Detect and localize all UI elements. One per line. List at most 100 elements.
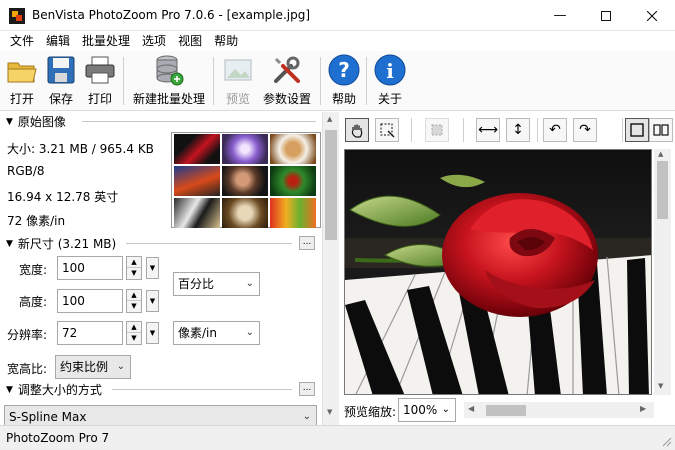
scroll-down-icon[interactable]: ▼ bbox=[658, 382, 663, 390]
menu-options[interactable]: 选项 bbox=[136, 31, 172, 51]
new-size-more-button[interactable]: ... bbox=[299, 236, 315, 250]
scroll-up-icon[interactable]: ▲ bbox=[327, 115, 332, 123]
thumbnail-tile bbox=[174, 198, 220, 228]
spin-up-icon[interactable]: ▲ bbox=[127, 257, 141, 268]
rotate-left-button[interactable]: ↶ bbox=[543, 118, 567, 142]
print-button[interactable]: 打印 bbox=[83, 53, 117, 109]
original-image-section-header[interactable]: ▼ 原始图像 bbox=[6, 113, 66, 130]
menu-help[interactable]: 帮助 bbox=[208, 31, 244, 51]
close-button[interactable] bbox=[629, 0, 675, 31]
width-preset-button[interactable]: ▼ bbox=[146, 257, 159, 279]
open-button[interactable]: 打开 bbox=[4, 53, 40, 109]
thumbnail-tile bbox=[270, 134, 316, 164]
resolution-spinner[interactable]: ▲ ▼ bbox=[126, 321, 142, 345]
resize-grip-icon[interactable] bbox=[662, 437, 672, 447]
close-icon bbox=[647, 10, 657, 21]
scrollbar-thumb[interactable] bbox=[657, 161, 668, 219]
spin-up-icon[interactable]: ▲ bbox=[127, 290, 141, 301]
settings-button[interactable]: 参数设置 bbox=[260, 53, 314, 109]
resolution-input[interactable]: 72 bbox=[57, 321, 123, 345]
fit-width-button[interactable]: ⟷ bbox=[476, 118, 500, 142]
scroll-down-icon[interactable]: ▼ bbox=[327, 408, 332, 416]
chevron-down-icon: ⌄ bbox=[302, 411, 311, 422]
rotate-right-icon: ↷ bbox=[579, 122, 591, 138]
hand-tool-button[interactable] bbox=[345, 118, 369, 142]
status-text: PhotoZoom Pro 7 bbox=[6, 431, 110, 445]
crop-disabled-button[interactable] bbox=[425, 118, 449, 142]
scroll-left-icon[interactable]: ◀ bbox=[468, 404, 474, 413]
size-unit-value: 百分比 bbox=[178, 277, 215, 291]
help-button[interactable]: ? 帮助 bbox=[327, 53, 361, 109]
menu-batch[interactable]: 批量处理 bbox=[76, 31, 136, 51]
menu-file[interactable]: 文件 bbox=[4, 31, 40, 51]
resize-method-more-button[interactable]: ... bbox=[299, 382, 315, 396]
size-unit-select[interactable]: 百分比 ⌄ bbox=[173, 272, 260, 296]
original-mode-text: RGB/8 bbox=[7, 164, 45, 178]
preview-zoom-value: 100% bbox=[403, 403, 438, 417]
section-divider bbox=[82, 121, 316, 122]
scroll-up-icon[interactable]: ▲ bbox=[658, 150, 663, 158]
resize-method-value: S-Spline Max bbox=[9, 410, 87, 424]
resolution-unit-select[interactable]: 像素/in ⌄ bbox=[173, 321, 260, 345]
new-batch-button[interactable]: 新建批量处理 bbox=[130, 53, 208, 109]
scroll-right-icon[interactable]: ▶ bbox=[640, 404, 646, 413]
new-batch-label: 新建批量处理 bbox=[132, 92, 205, 106]
collapse-triangle-icon: ▼ bbox=[6, 238, 13, 249]
thumbnail-tile bbox=[174, 134, 220, 164]
single-view-button[interactable] bbox=[625, 118, 649, 142]
spin-down-icon[interactable]: ▼ bbox=[127, 333, 141, 344]
height-preset-button[interactable]: ▼ bbox=[146, 290, 159, 312]
minimize-button[interactable]: — bbox=[537, 0, 583, 31]
settings-panel-scrollbar[interactable]: ▲ ▼ bbox=[322, 112, 339, 425]
preview-zoom-select[interactable]: 100% ⌄ bbox=[398, 398, 456, 422]
chevron-down-icon: ⌄ bbox=[116, 361, 125, 372]
scrollbar-thumb[interactable] bbox=[325, 130, 337, 240]
question-mark-icon: ? bbox=[327, 53, 361, 87]
height-spinner[interactable]: ▲ ▼ bbox=[126, 289, 142, 313]
scrollbar-thumb[interactable] bbox=[486, 405, 526, 416]
split-view-button[interactable] bbox=[649, 118, 673, 142]
preview-vertical-scrollbar[interactable]: ▲ ▼ bbox=[654, 149, 671, 395]
height-input[interactable]: 100 bbox=[57, 289, 123, 313]
width-spinner[interactable]: ▲ ▼ bbox=[126, 256, 142, 280]
resolution-preset-button[interactable]: ▼ bbox=[146, 322, 159, 344]
rotate-right-button[interactable]: ↷ bbox=[573, 118, 597, 142]
about-button[interactable]: i 关于 bbox=[373, 53, 407, 109]
section-divider bbox=[126, 243, 292, 244]
resize-method-section-header[interactable]: ▼ 调整大小的方式 bbox=[6, 381, 102, 398]
rotate-left-icon: ↶ bbox=[549, 122, 561, 138]
new-size-section-header[interactable]: ▼ 新尺寸 (3.21 MB) bbox=[6, 235, 116, 252]
resize-method-select[interactable]: S-Spline Max ⌄ bbox=[4, 405, 317, 425]
collapse-triangle-icon: ▼ bbox=[6, 384, 13, 395]
spin-down-icon[interactable]: ▼ bbox=[127, 301, 141, 312]
menu-edit[interactable]: 编辑 bbox=[40, 31, 76, 51]
svg-text:?: ? bbox=[338, 58, 350, 82]
menu-view[interactable]: 视图 bbox=[172, 31, 208, 51]
status-bar: PhotoZoom Pro 7 bbox=[0, 425, 675, 450]
width-input[interactable]: 100 bbox=[57, 256, 123, 280]
aspect-ratio-label: 宽高比: bbox=[7, 362, 48, 376]
folder-icon bbox=[5, 53, 39, 87]
info-icon: i bbox=[373, 53, 407, 87]
settings-label: 参数设置 bbox=[262, 92, 311, 106]
original-dimensions-text: 16.94 x 12.78 英寸 bbox=[7, 190, 119, 204]
horizontal-arrows-icon: ⟷ bbox=[477, 122, 499, 138]
preview-horizontal-scrollbar[interactable]: ◀ ▶ bbox=[464, 402, 654, 418]
maximize-button[interactable] bbox=[583, 0, 629, 31]
original-image-header: 原始图像 bbox=[17, 115, 66, 129]
toolbar-separator bbox=[463, 118, 464, 142]
save-button[interactable]: 保存 bbox=[44, 53, 78, 109]
vertical-arrows-icon: ↕ bbox=[512, 122, 524, 138]
thumbnail-tile bbox=[222, 134, 268, 164]
toolbar-separator bbox=[213, 57, 214, 105]
spin-down-icon[interactable]: ▼ bbox=[127, 268, 141, 279]
split-pane-icon bbox=[653, 124, 669, 136]
spin-up-icon[interactable]: ▲ bbox=[127, 322, 141, 333]
aspect-ratio-value: 约束比例 bbox=[60, 360, 109, 374]
window-title: BenVista PhotoZoom Pro 7.0.6 - [example.… bbox=[32, 8, 311, 22]
aspect-ratio-select[interactable]: 约束比例 ⌄ bbox=[55, 355, 131, 379]
preview-image[interactable] bbox=[344, 149, 652, 395]
crop-selection-button[interactable] bbox=[375, 118, 399, 142]
fit-height-button[interactable]: ↕ bbox=[506, 118, 530, 142]
preview-button[interactable]: 预览 bbox=[221, 53, 255, 109]
